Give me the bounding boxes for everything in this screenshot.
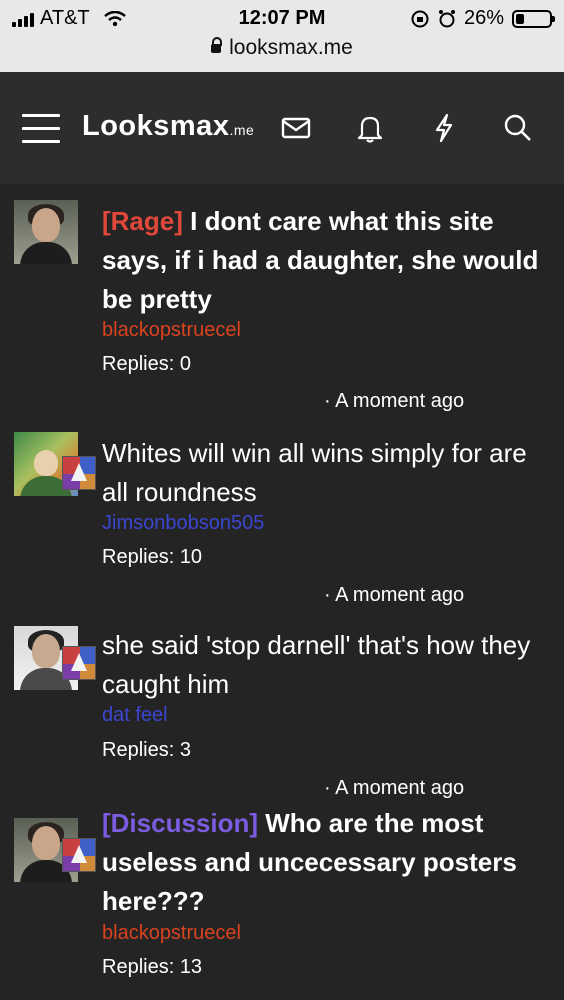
rotation-lock-icon xyxy=(411,10,429,27)
logo-main: Looksmax xyxy=(82,110,230,142)
thread-title[interactable]: [Discussion] Who are the most useless an… xyxy=(102,804,552,921)
lock-icon xyxy=(211,37,223,53)
thread-title[interactable]: [Rage] I dont care what this site says, … xyxy=(102,202,552,319)
thread-author[interactable]: Jimsonbobson505 xyxy=(102,512,264,535)
address-bar[interactable]: looksmax.me xyxy=(0,36,564,60)
thread-time: · A moment ago xyxy=(324,584,465,606)
reply-count: Replies: 0 xyxy=(102,353,191,375)
lightning-icon[interactable] xyxy=(428,112,460,144)
status-bar: AT&T 12:07 PM 26% xyxy=(0,0,564,36)
battery-percent: 26% xyxy=(463,7,504,29)
browser-chrome: AT&T 12:07 PM 26% looksmax.me xyxy=(0,0,564,72)
thread-title[interactable]: she said 'stop darnell' that's how they … xyxy=(102,626,552,704)
site-logo[interactable]: Looksmax.me xyxy=(82,110,254,143)
thread-prefix[interactable]: [Discussion] xyxy=(102,808,258,838)
mail-icon[interactable] xyxy=(280,112,312,144)
search-icon[interactable] xyxy=(502,112,534,144)
alarm-icon xyxy=(438,9,455,27)
user-badge-icon xyxy=(62,456,96,490)
thread-author[interactable]: blackopstruecel xyxy=(102,922,241,945)
avatar[interactable] xyxy=(14,200,78,264)
thread-title[interactable]: Whites will win all wins simply for are … xyxy=(102,434,552,512)
logo-suffix: .me xyxy=(229,122,255,138)
menu-icon[interactable] xyxy=(22,112,60,144)
thread-time: · A moment ago xyxy=(324,390,465,412)
reply-count: Replies: 10 xyxy=(102,546,203,568)
thread-author[interactable]: blackopstruecel xyxy=(102,319,241,342)
bell-icon[interactable] xyxy=(354,112,386,144)
reply-count: Replies: 3 xyxy=(102,739,191,761)
thread-author[interactable]: dat feel xyxy=(102,704,168,727)
battery-icon xyxy=(512,9,555,28)
site-header: Looksmax.me xyxy=(0,72,564,184)
user-badge-icon xyxy=(62,838,96,872)
thread-prefix[interactable]: [Rage] xyxy=(102,206,183,236)
thread-time: · A moment ago xyxy=(324,777,465,799)
url-text: looksmax.me xyxy=(229,36,353,59)
user-badge-icon xyxy=(62,646,96,680)
reply-count: Replies: 13 xyxy=(102,956,203,978)
